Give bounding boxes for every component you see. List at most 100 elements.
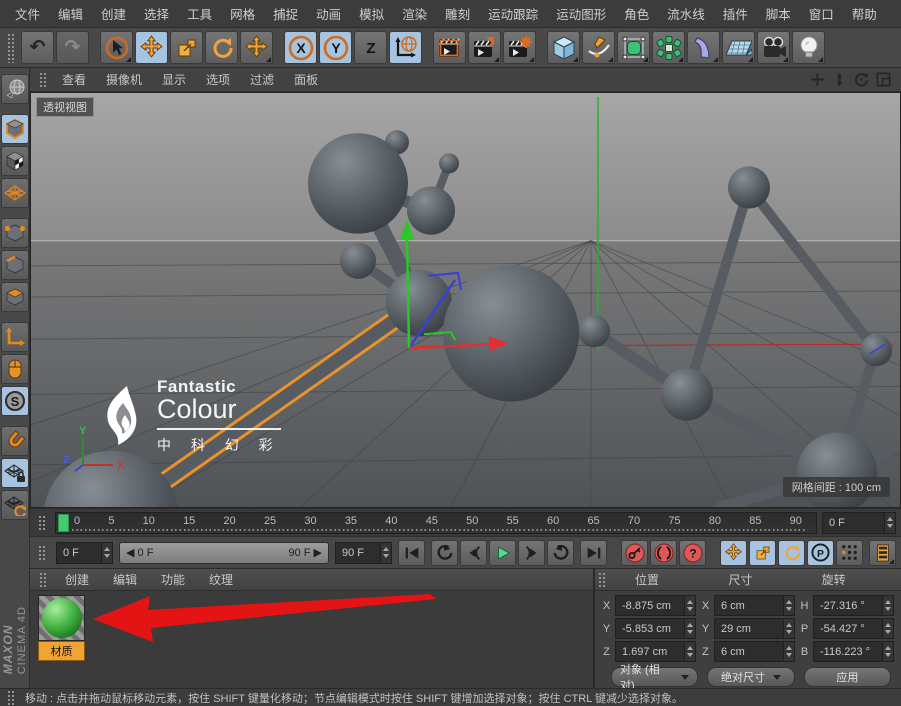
range-end-field[interactable]: 90 F xyxy=(335,542,392,564)
key-position-toggle[interactable] xyxy=(720,540,747,566)
keyframe-selection-button[interactable]: ? xyxy=(679,540,706,566)
menu-item[interactable]: 流水线 xyxy=(658,4,714,23)
edges-mode-button[interactable] xyxy=(1,250,29,280)
render-view-button[interactable] xyxy=(433,31,466,64)
timeline-mode-button[interactable] xyxy=(869,540,896,566)
playback-drag-handle[interactable] xyxy=(38,545,47,561)
size-x-stepper[interactable] xyxy=(783,596,794,615)
key-scale-toggle[interactable] xyxy=(749,540,776,566)
material-list[interactable]: 材质 xyxy=(30,591,593,688)
add-light-button[interactable] xyxy=(792,31,825,64)
key-pla-toggle[interactable] xyxy=(836,540,863,566)
rotation-p-field[interactable]: -54.427 ° xyxy=(813,618,894,639)
play-forward-button[interactable] xyxy=(547,540,574,566)
menu-item[interactable]: 动画 xyxy=(307,4,350,23)
key-rotation-toggle[interactable] xyxy=(778,540,805,566)
add-spline-button[interactable] xyxy=(582,31,615,64)
size-z-field[interactable]: 6 cm xyxy=(714,641,795,662)
rotation-h-field[interactable]: -27.316 ° xyxy=(813,595,894,616)
menu-item[interactable]: 插件 xyxy=(714,4,757,23)
rotation-h-stepper[interactable] xyxy=(882,596,893,615)
texture-mode-button[interactable] xyxy=(1,146,29,176)
object-mode-dropdown[interactable]: 对象 (相对) xyxy=(611,667,698,687)
timeline-drag-handle[interactable] xyxy=(38,515,47,531)
lock-x-axis-button[interactable]: X xyxy=(284,31,317,64)
autokeying-button[interactable] xyxy=(650,540,677,566)
add-cube-button[interactable] xyxy=(547,31,580,64)
next-frame-button[interactable] xyxy=(518,540,545,566)
material-item[interactable]: 材质 xyxy=(38,595,85,661)
play-backward-button[interactable] xyxy=(431,540,458,566)
menu-item[interactable]: 捕捉 xyxy=(264,4,307,23)
viewport-menu-filter[interactable]: 过滤 xyxy=(241,71,283,88)
add-deformer-button[interactable] xyxy=(687,31,720,64)
model-mode-button[interactable] xyxy=(1,114,29,144)
position-x-stepper[interactable] xyxy=(684,596,695,615)
menu-item[interactable]: 窗口 xyxy=(800,4,843,23)
workplane-mode-button[interactable] xyxy=(1,178,29,208)
material-menu-texture[interactable]: 纹理 xyxy=(199,571,243,588)
viewport-menu-view[interactable]: 查看 xyxy=(53,71,95,88)
record-keyframe-button[interactable] xyxy=(621,540,648,566)
viewport-menu-panel[interactable]: 面板 xyxy=(285,71,327,88)
move-tool-button[interactable] xyxy=(135,31,168,64)
rotation-b-stepper[interactable] xyxy=(882,642,893,661)
last-tool-button[interactable] xyxy=(240,31,273,64)
current-frame-stepper[interactable] xyxy=(884,513,895,533)
current-frame-field[interactable]: 0 F xyxy=(822,512,896,534)
apply-button[interactable]: 应用 xyxy=(804,667,891,687)
polygons-mode-button[interactable] xyxy=(1,282,29,312)
material-drag-handle[interactable] xyxy=(39,572,48,588)
previous-frame-button[interactable] xyxy=(460,540,487,566)
go-to-end-button[interactable] xyxy=(580,540,607,566)
rotate-tool-button[interactable] xyxy=(205,31,238,64)
viewport-maximize-icon[interactable] xyxy=(876,72,891,87)
go-to-start-button[interactable] xyxy=(398,540,425,566)
play-button[interactable] xyxy=(489,540,516,566)
position-z-stepper[interactable] xyxy=(684,642,695,661)
lock-z-axis-button[interactable]: Z xyxy=(354,31,387,64)
viewport-menu-options[interactable]: 选项 xyxy=(197,71,239,88)
size-y-field[interactable]: 29 cm xyxy=(714,618,795,639)
menu-item[interactable]: 角色 xyxy=(615,4,658,23)
timeline-ruler[interactable]: 051015202530354045505560657075808590 xyxy=(55,512,817,534)
points-mode-button[interactable] xyxy=(1,218,29,248)
redo-button[interactable]: ↷ xyxy=(56,31,89,64)
menu-item[interactable]: 渲染 xyxy=(393,4,436,23)
menu-item[interactable]: 帮助 xyxy=(843,4,886,23)
statusbar-drag-handle[interactable] xyxy=(7,690,16,706)
menu-item[interactable]: 创建 xyxy=(92,4,135,23)
scale-tool-button[interactable] xyxy=(170,31,203,64)
material-thumbnail[interactable] xyxy=(38,595,85,641)
range-start-field[interactable]: 0 F xyxy=(56,542,113,564)
material-name-label[interactable]: 材质 xyxy=(38,641,85,661)
viewport-pan-icon[interactable] xyxy=(810,72,825,87)
view-label[interactable]: 透视视图 xyxy=(36,97,94,117)
menu-item[interactable]: 文件 xyxy=(6,4,49,23)
viewport-menu-display[interactable]: 显示 xyxy=(153,71,195,88)
add-mograph-button[interactable] xyxy=(652,31,685,64)
size-mode-dropdown[interactable]: 绝对尺寸 xyxy=(707,667,794,687)
menu-item[interactable]: 运动跟踪 xyxy=(479,4,547,23)
axis-mode-button[interactable] xyxy=(1,322,29,352)
menu-item[interactable]: 网格 xyxy=(221,4,264,23)
menu-item[interactable]: 脚本 xyxy=(757,4,800,23)
position-z-field[interactable]: 1.697 cm xyxy=(615,641,696,662)
range-start-stepper[interactable] xyxy=(101,543,112,563)
lock-y-axis-button[interactable]: Y xyxy=(319,31,352,64)
size-y-stepper[interactable] xyxy=(783,619,794,638)
snap-magnet-button[interactable] xyxy=(1,426,29,456)
frame-range-slider[interactable]: ◀ 0 F 90 F ▶ xyxy=(119,542,329,564)
size-x-field[interactable]: 6 cm xyxy=(714,595,795,616)
menu-item[interactable]: 雕刻 xyxy=(436,4,479,23)
viewport-rotate-icon[interactable] xyxy=(854,72,869,87)
coordinate-system-button[interactable] xyxy=(389,31,422,64)
material-menu-function[interactable]: 功能 xyxy=(151,571,195,588)
viewport-menubar-handle[interactable] xyxy=(39,72,48,88)
rotation-b-field[interactable]: -116.223 ° xyxy=(813,641,894,662)
live-selection-button[interactable] xyxy=(100,31,133,64)
material-menu-edit[interactable]: 编辑 xyxy=(103,571,147,588)
size-z-stepper[interactable] xyxy=(783,642,794,661)
menu-item[interactable]: 编辑 xyxy=(49,4,92,23)
viewport-zoom-icon[interactable] xyxy=(832,72,847,87)
